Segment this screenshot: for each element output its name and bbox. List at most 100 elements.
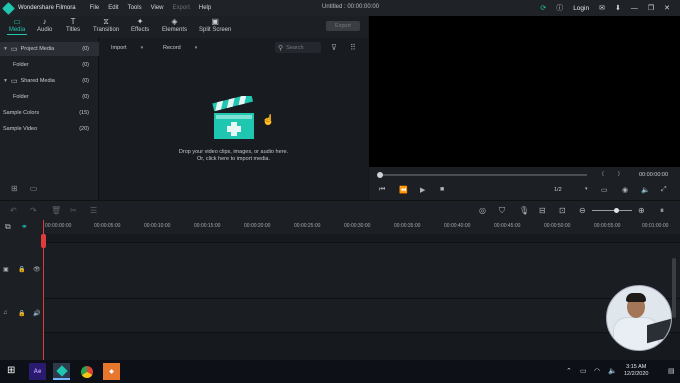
undo-icon[interactable]: ↶ <box>10 206 17 215</box>
import-drop-zone[interactable]: Drop your video clips, images, or audio … <box>99 149 368 163</box>
chrome-app[interactable] <box>78 363 95 380</box>
timeline-panel-toggle-icon[interactable]: ⏸ <box>660 206 664 216</box>
notifications-icon[interactable]: ▤ <box>668 367 675 375</box>
export-button[interactable]: Export <box>326 21 360 31</box>
voiceover-icon[interactable]: ⊟ <box>539 206 546 215</box>
tab-effects[interactable]: ✦ Effects <box>131 17 149 33</box>
playback-scrubber[interactable] <box>377 172 587 178</box>
zoom-handle[interactable] <box>614 208 619 213</box>
import-dropdown[interactable]: Import ▾ <box>111 43 143 53</box>
zoom-slider[interactable] <box>592 208 632 213</box>
playhead[interactable] <box>41 220 46 360</box>
close-button[interactable]: ✕ <box>664 4 670 12</box>
tab-split-screen[interactable]: ▣ Split Screen <box>199 17 231 33</box>
library-item-folder[interactable]: Folder (0) <box>0 90 99 104</box>
speaker-icon[interactable]: 🔊 <box>33 310 40 317</box>
menu-file[interactable]: File <box>90 5 100 11</box>
timeline-toolbar: ↶ ↷ 🗑 ✂ ☰ ◎ ⛉ 🎙 ⊟ ⊡ ⊖ ⊕ ⏸ <box>0 200 680 220</box>
library-item-shared-media[interactable]: ▼ ▭ Shared Media (0) <box>0 74 99 88</box>
lock-icon[interactable]: 🔒 <box>18 266 25 273</box>
menu-tools[interactable]: Tools <box>128 5 142 11</box>
redo-icon[interactable]: ↷ <box>30 206 37 215</box>
menu-bar: File Edit Tools View Export Help <box>90 5 212 11</box>
fullscreen-icon[interactable]: ⤢ <box>661 186 667 194</box>
info-icon[interactable]: ⓘ <box>556 3 563 13</box>
record-dropdown[interactable]: Record ▾ <box>163 43 197 53</box>
tray-chevron-icon[interactable]: ⌃ <box>566 367 572 375</box>
audio-track-lane[interactable] <box>44 298 680 332</box>
message-icon[interactable]: ✉ <box>599 4 605 12</box>
battery-icon[interactable]: ▭ <box>580 367 587 375</box>
menu-edit[interactable]: Edit <box>108 5 118 11</box>
zoom-in-icon[interactable]: ⊕ <box>638 206 645 215</box>
stop-icon[interactable]: ■ <box>440 186 444 193</box>
filmora-app[interactable] <box>53 363 70 380</box>
volume-icon[interactable]: 🔈 <box>608 367 617 375</box>
wifi-icon[interactable]: ◠ <box>594 367 600 375</box>
lock-icon[interactable]: 🔒 <box>18 310 25 317</box>
zoom-out-icon[interactable]: ⊖ <box>579 206 586 215</box>
chevron-down-icon[interactable]: ▾ <box>585 186 588 192</box>
app-icon: ◆ <box>109 369 114 375</box>
link-icon[interactable]: ⚭ <box>21 222 28 231</box>
library-item-folder[interactable]: Folder (0) <box>0 58 99 72</box>
eye-icon[interactable]: 👁 <box>33 266 41 273</box>
search-input[interactable]: ⚲ Search <box>275 42 321 53</box>
maximize-button[interactable]: ❐ <box>648 4 654 12</box>
playback-quality[interactable]: 1/2 <box>554 187 562 193</box>
clapperboard-import-icon[interactable] <box>211 93 257 140</box>
ae-app[interactable]: Ae <box>29 363 46 380</box>
tab-transition[interactable]: ⧖ Transition <box>93 17 119 33</box>
snapshot-icon[interactable]: ⊡ <box>559 206 566 215</box>
new-folder-icon[interactable]: ⊞ <box>11 184 18 193</box>
cut-icon[interactable]: ✂ <box>70 206 77 215</box>
skip-back-icon[interactable]: ⏮ <box>379 186 385 194</box>
mark-in-button[interactable]: { <box>602 171 604 177</box>
empty-track-area[interactable] <box>44 332 680 360</box>
video-track-icon: ▣ <box>3 267 9 273</box>
delete-icon[interactable]: 🗑 <box>51 206 61 215</box>
ruler-tick: 00:00:20:00 <box>244 223 271 229</box>
timeline-scrollbar[interactable] <box>672 258 676 318</box>
menu-view[interactable]: View <box>151 5 164 11</box>
sync-icon[interactable]: ⟳ <box>540 4 546 12</box>
grid-view-icon[interactable]: ⠿ <box>350 43 356 52</box>
library-item-sample-video[interactable]: Sample Video (20) <box>0 122 99 136</box>
timeline-ruler[interactable]: ⧉ ⚭ 00:00:00:00 00:00:05:00 00:00:10:00 … <box>0 220 680 234</box>
folder-icon[interactable]: ▭ <box>30 184 38 193</box>
menu-export[interactable]: Export <box>173 5 190 11</box>
menu-help[interactable]: Help <box>199 5 211 11</box>
scrubber-handle[interactable] <box>377 172 383 178</box>
preview-timecode: 00:00:00:00 <box>639 172 669 178</box>
minimize-button[interactable]: — <box>631 5 638 12</box>
render-icon[interactable]: ◎ <box>479 206 486 215</box>
tab-media[interactable]: ▭ Media <box>7 17 27 35</box>
play-icon[interactable]: ▶ <box>420 186 425 194</box>
video-track-lane[interactable] <box>44 242 680 298</box>
orange-app[interactable]: ◆ <box>103 363 120 380</box>
tab-audio[interactable]: ♪ Audio <box>37 17 52 33</box>
download-icon[interactable]: ⬇ <box>615 4 621 12</box>
filter-icon[interactable]: ⊽ <box>331 43 337 52</box>
tab-titles[interactable]: T Titles <box>66 17 80 33</box>
adjust-icon[interactable]: ☰ <box>90 206 97 215</box>
login-button[interactable]: Login <box>573 5 589 12</box>
volume-icon[interactable]: 🔈 <box>641 186 650 194</box>
snapshot-icon[interactable]: ◉ <box>622 186 628 194</box>
library-item-sample-colors[interactable]: Sample Colors (15) <box>0 106 99 120</box>
ruler-tick: 00:00:55:00 <box>594 223 621 229</box>
step-back-icon[interactable]: ⏪ <box>399 186 408 194</box>
library-item-project-media[interactable]: ▼ ▭ Project Media (0) <box>0 42 99 56</box>
taskbar-clock[interactable]: 3:15 AM 12/2/2020 <box>624 364 648 378</box>
marker-icon[interactable]: ⛉ <box>499 206 505 216</box>
tab-elements[interactable]: ◈ Elements <box>162 17 187 33</box>
windows-start-icon[interactable]: ⊞ <box>7 365 15 376</box>
module-tabs: ▭ Media ♪ Audio T Titles ⧖ Transition ✦ … <box>0 16 368 38</box>
add-track-icon[interactable]: ⧉ <box>5 222 11 232</box>
display-icon[interactable]: ▭ <box>601 186 608 194</box>
microphone-icon[interactable]: 🎙 <box>519 206 529 215</box>
chevron-down-icon: ▾ <box>140 45 144 51</box>
ruler-tick: 00:00:15:00 <box>194 223 221 229</box>
mark-out-button[interactable]: } <box>618 171 620 177</box>
playhead-handle[interactable] <box>41 234 46 248</box>
